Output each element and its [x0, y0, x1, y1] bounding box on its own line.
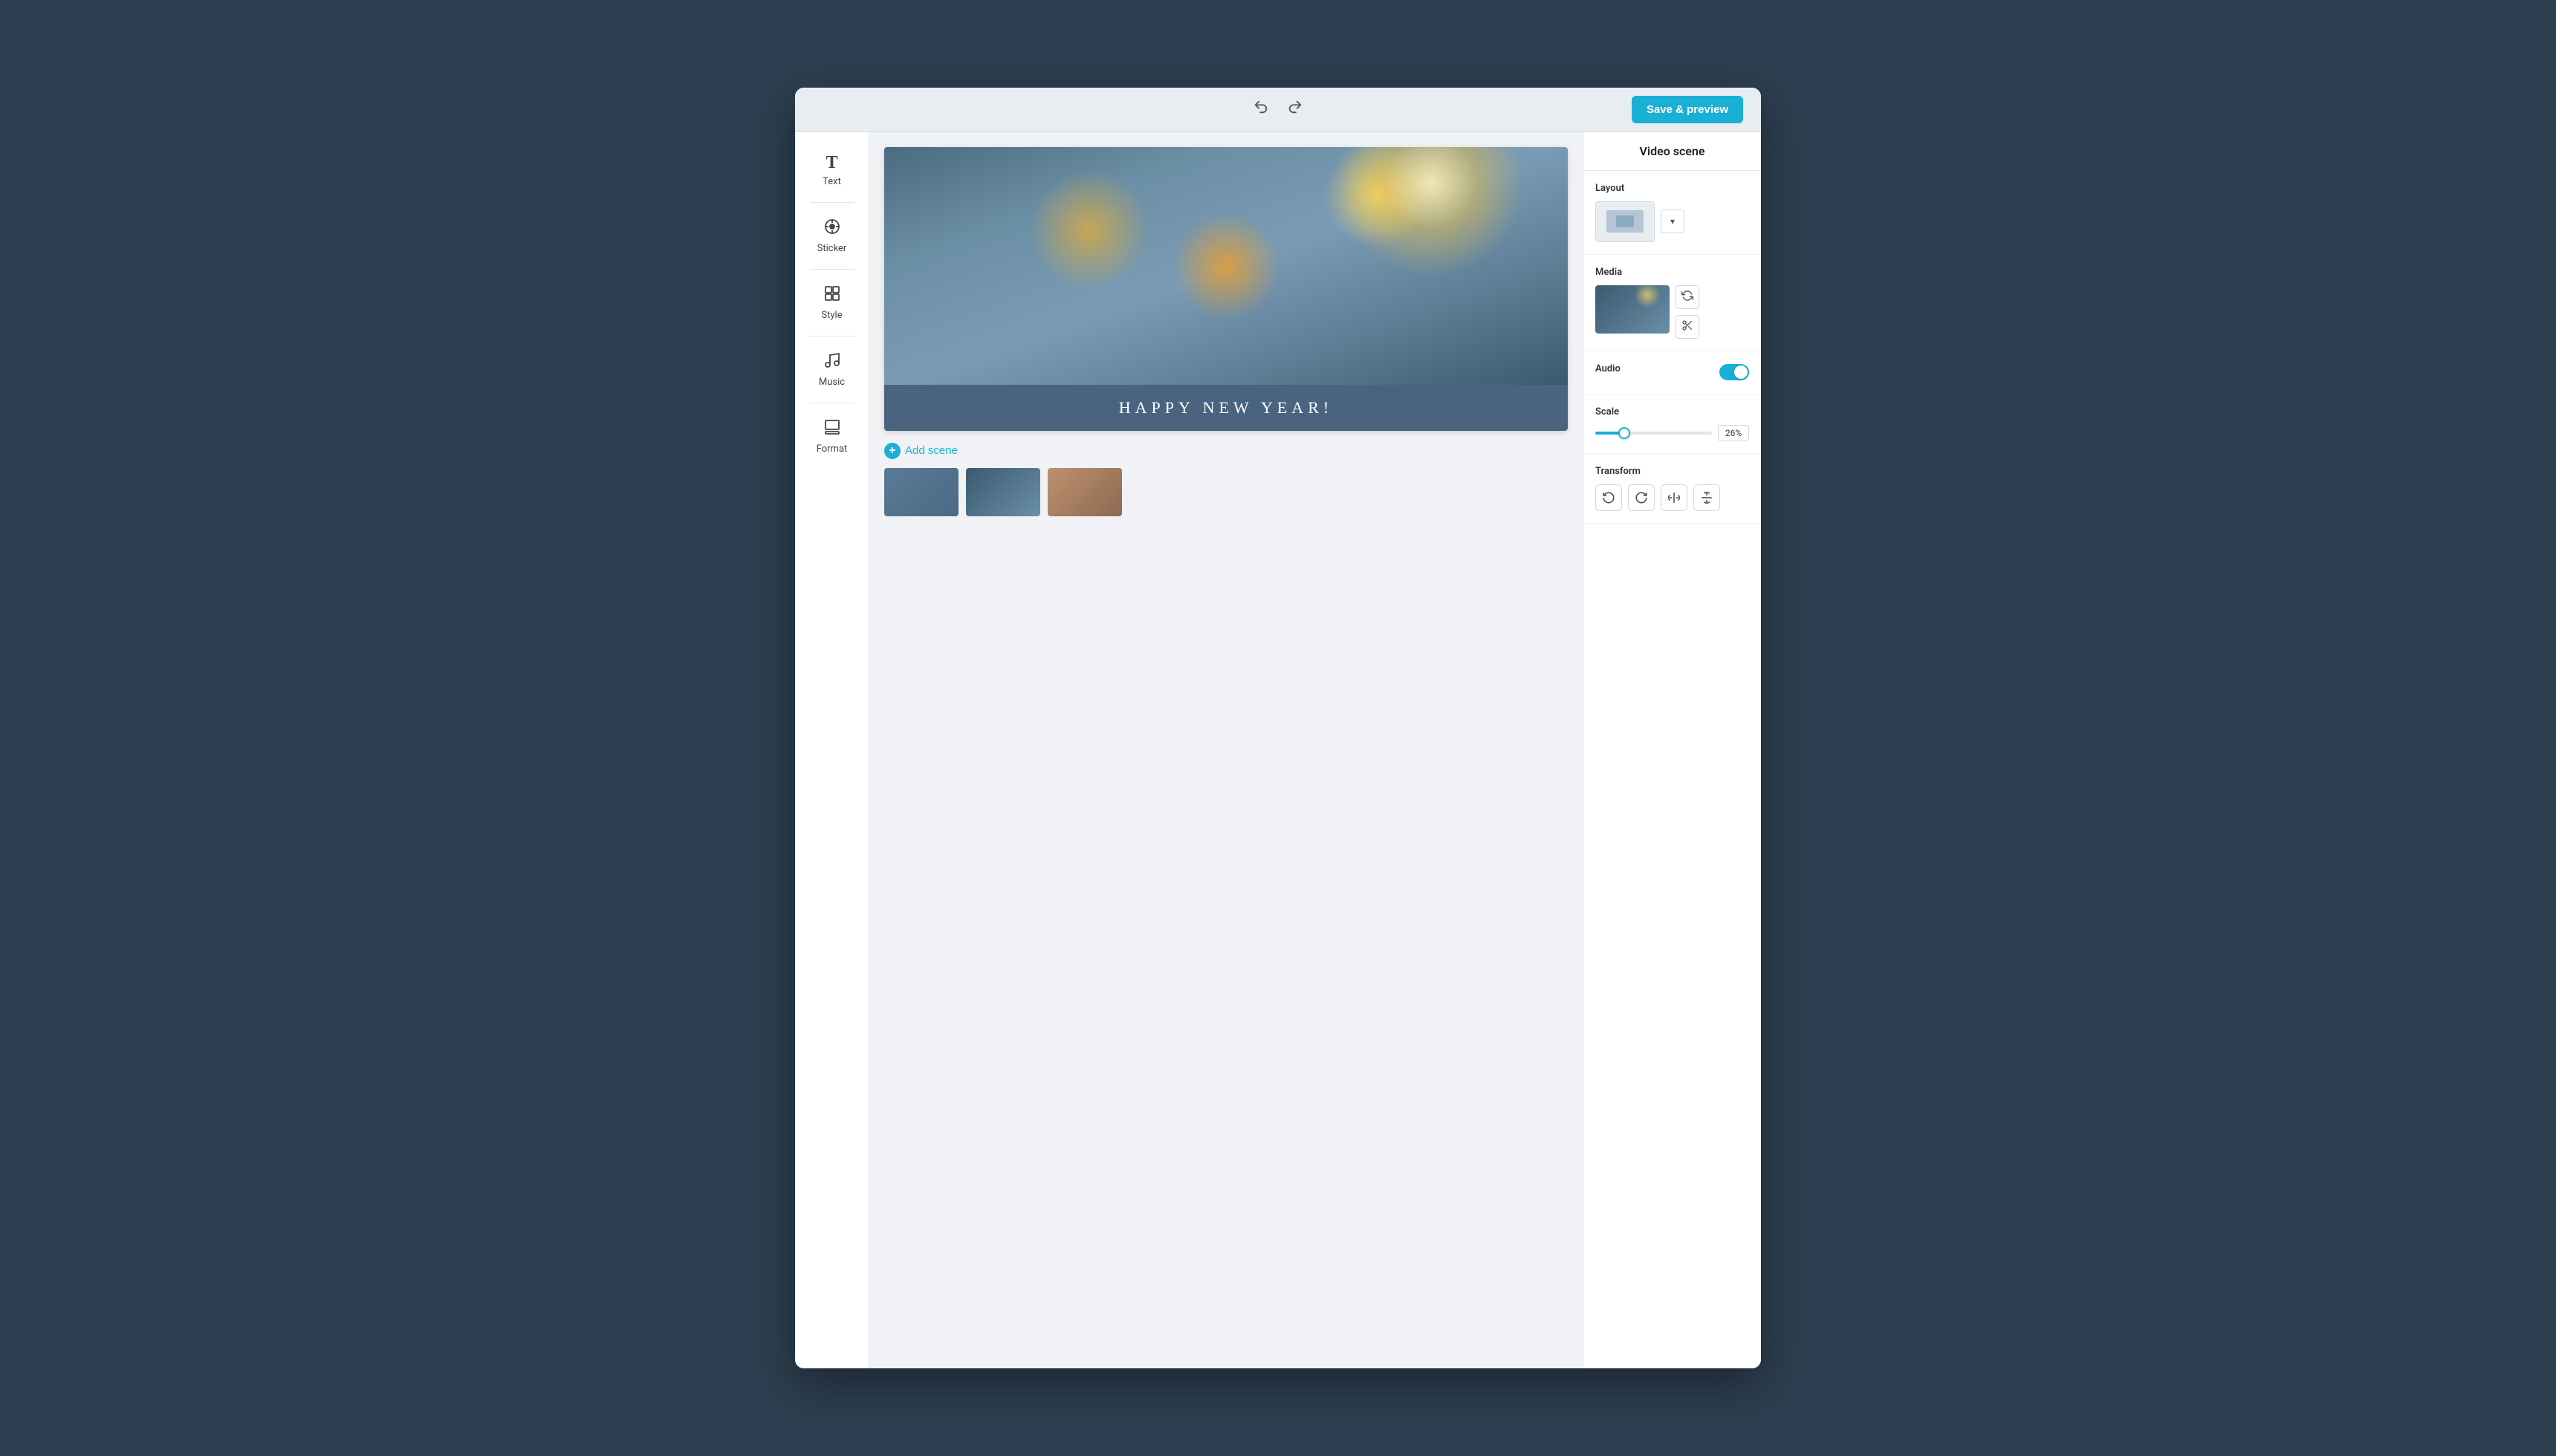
transform-flip-horizontal-button[interactable]	[1661, 484, 1687, 511]
audio-label: Audio	[1595, 363, 1621, 374]
sidebar-item-text[interactable]: T Text	[802, 144, 862, 196]
scale-label: Scale	[1595, 406, 1749, 417]
refresh-icon	[1681, 290, 1693, 305]
transform-row	[1595, 484, 1749, 511]
scale-thumb[interactable]	[1618, 427, 1630, 439]
scale-section: Scale 26%	[1583, 394, 1761, 454]
audio-row: Audio	[1595, 363, 1749, 382]
transform-section: Transform	[1583, 454, 1761, 524]
save-preview-button[interactable]: Save & preview	[1632, 96, 1743, 123]
thumbnails-row	[884, 468, 1568, 516]
redo-button[interactable]	[1284, 96, 1306, 123]
thumbnail-1[interactable]	[884, 468, 958, 516]
thumbnail-3[interactable]	[1048, 468, 1122, 516]
toggle-knob	[1734, 365, 1748, 379]
add-scene-row: + Add scene	[884, 443, 1568, 459]
sidebar-item-style[interactable]: Style	[802, 276, 862, 330]
layout-label: Layout	[1595, 183, 1749, 194]
text-icon: T	[825, 153, 837, 173]
scene-photo	[884, 147, 1568, 385]
media-thumbnail	[1595, 285, 1670, 334]
sidebar-item-format[interactable]: Format	[802, 409, 862, 464]
format-icon	[823, 418, 841, 441]
sticker-icon	[823, 218, 841, 240]
transform-flip-vertical-button[interactable]	[1693, 484, 1720, 511]
add-scene-plus-icon: +	[884, 443, 901, 459]
media-label: Media	[1595, 267, 1749, 278]
layout-section: Layout ▾	[1583, 171, 1761, 255]
right-panel: Video scene Layout ▾ Media	[1583, 132, 1761, 1369]
sidebar-item-label: Style	[821, 310, 842, 321]
top-bar: Save & preview	[795, 88, 1761, 132]
add-scene-button[interactable]: + Add scene	[884, 443, 958, 459]
undo-button[interactable]	[1250, 96, 1272, 123]
sidebar-divider-1	[810, 202, 854, 203]
panel-title: Video scene	[1583, 132, 1761, 171]
scissors-icon	[1681, 319, 1693, 334]
undo-redo-group	[1250, 96, 1306, 123]
chevron-down-icon: ▾	[1670, 216, 1675, 227]
scale-value: 26%	[1718, 425, 1749, 441]
canvas-area: HAPPY NEW YEAR! + Add scene	[869, 132, 1583, 1369]
app-window: Save & preview T Text Sticker	[795, 88, 1761, 1369]
transform-rotate-right-button[interactable]	[1628, 484, 1655, 511]
audio-toggle[interactable]	[1719, 364, 1749, 380]
sidebar-item-sticker[interactable]: Sticker	[802, 209, 862, 263]
music-icon	[823, 351, 841, 374]
transform-label: Transform	[1595, 466, 1749, 477]
layout-thumbnail	[1595, 201, 1655, 242]
layout-thumb-inner	[1606, 210, 1644, 233]
scene-canvas: HAPPY NEW YEAR!	[884, 147, 1568, 431]
transform-rotate-left-button[interactable]	[1595, 484, 1622, 511]
scene-image-area	[884, 147, 1568, 385]
sidebar-item-label: Format	[817, 443, 848, 455]
scene-text-bar: HAPPY NEW YEAR!	[884, 385, 1568, 431]
style-icon	[823, 285, 841, 307]
sidebar-divider-2	[810, 269, 854, 270]
sidebar-divider-3	[810, 336, 854, 337]
scene-title-text: HAPPY NEW YEAR!	[1119, 398, 1333, 417]
sidebar-item-label: Sticker	[817, 243, 847, 254]
scale-track	[1595, 432, 1712, 435]
scale-row: 26%	[1595, 425, 1749, 441]
media-crop-button[interactable]	[1676, 315, 1699, 339]
add-scene-label: Add scene	[905, 444, 958, 457]
media-actions	[1676, 285, 1699, 339]
scale-slider[interactable]	[1595, 432, 1712, 435]
left-sidebar: T Text Sticker	[795, 132, 869, 1369]
sidebar-item-label: Text	[823, 176, 841, 187]
media-control	[1595, 285, 1749, 339]
layout-control: ▾	[1595, 201, 1749, 242]
layout-dropdown-button[interactable]: ▾	[1661, 209, 1684, 233]
media-section: Media	[1583, 255, 1761, 351]
main-area: T Text Sticker	[795, 132, 1761, 1369]
media-refresh-button[interactable]	[1676, 285, 1699, 309]
sidebar-item-label: Music	[819, 377, 845, 388]
audio-section: Audio	[1583, 351, 1761, 394]
media-thumb-image	[1595, 285, 1670, 334]
sidebar-item-music[interactable]: Music	[802, 342, 862, 397]
thumbnail-2[interactable]	[966, 468, 1040, 516]
